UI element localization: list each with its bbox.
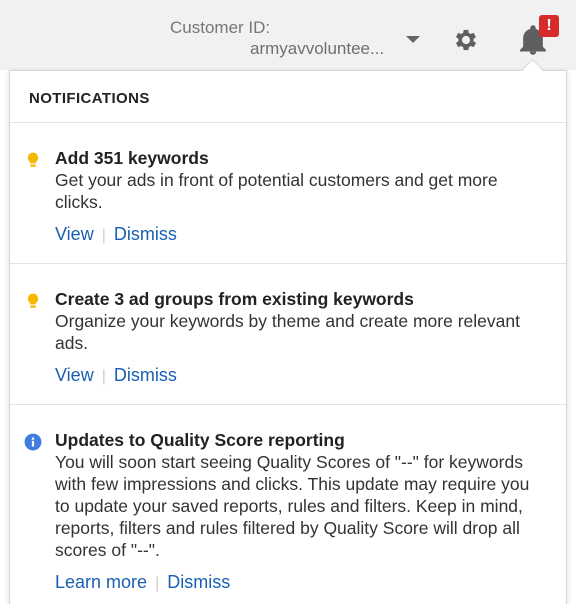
lightbulb-icon [27, 152, 39, 167]
info-icon [24, 433, 42, 451]
top-bar: Customer ID: armyavvoluntee... ! [0, 0, 576, 70]
learn-more-link[interactable]: Learn more [55, 572, 147, 592]
dismiss-link[interactable]: Dismiss [167, 572, 230, 592]
chevron-down-icon[interactable] [406, 36, 420, 43]
notification-item: Create 3 ad groups from existing keyword… [10, 264, 566, 405]
notification-item: Updates to Quality Score reporting You w… [10, 405, 566, 595]
divider: | [155, 575, 160, 592]
panel-title: NOTIFICATIONS [10, 71, 566, 123]
notification-actions: View | Dismiss [55, 364, 546, 388]
notification-title: Updates to Quality Score reporting [55, 430, 345, 450]
customer-id-selector[interactable]: Customer ID: armyavvoluntee... [170, 17, 384, 59]
notification-actions: View | Dismiss [55, 223, 546, 247]
customer-id-value: armyavvoluntee... [250, 39, 385, 58]
gear-icon[interactable] [452, 26, 480, 54]
view-link[interactable]: View [55, 224, 94, 244]
customer-id-label: Customer ID: [170, 18, 271, 37]
notification-title: Add 351 keywords [55, 148, 209, 168]
alert-badge: ! [539, 15, 559, 37]
notification-actions: Learn more | Dismiss [55, 571, 546, 595]
notification-title: Create 3 ad groups from existing keyword… [55, 289, 414, 309]
lightbulb-icon [27, 293, 39, 308]
notification-item: Add 351 keywords Get your ads in front o… [10, 123, 566, 264]
divider: | [101, 368, 106, 385]
notifications-panel: NOTIFICATIONS Add 351 keywords Get your … [9, 70, 567, 604]
dismiss-link[interactable]: Dismiss [114, 224, 177, 244]
dismiss-link[interactable]: Dismiss [114, 365, 177, 385]
view-link[interactable]: View [55, 365, 94, 385]
notification-body: Get your ads in front of potential custo… [55, 170, 498, 212]
notification-body: Organize your keywords by theme and crea… [55, 311, 520, 353]
divider: | [101, 227, 106, 244]
notification-body: You will soon start seeing Quality Score… [55, 452, 530, 560]
